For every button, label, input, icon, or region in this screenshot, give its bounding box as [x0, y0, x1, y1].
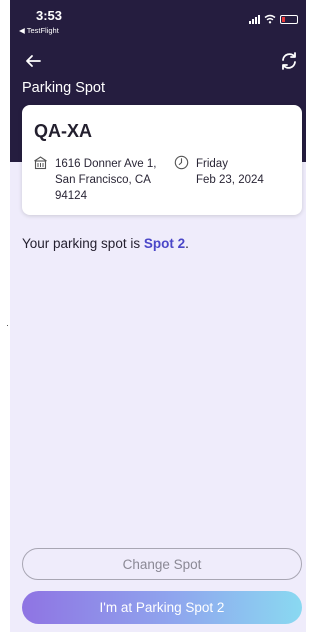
- battery-icon: [280, 14, 298, 24]
- address: 1616 Donner Ave 1, San Francisco, CA 941…: [55, 156, 175, 204]
- clock-icon: [174, 155, 189, 170]
- status-time: 3:53: [36, 8, 63, 23]
- change-spot-button[interactable]: Change Spot: [22, 548, 302, 580]
- address-line1: 1616 Donner Ave 1,: [55, 158, 157, 170]
- signal-icon: [249, 14, 260, 24]
- phone-screen: 3:53 ◀ TestFlight Parking Spot QA-XA 161…: [10, 0, 306, 632]
- arrived-at-spot-button[interactable]: I'm at Parking Spot 2: [22, 591, 302, 624]
- reservation-date: Friday Feb 23, 2024: [196, 156, 264, 188]
- spot-code: QA-XA: [34, 121, 92, 141]
- back-arrow-icon[interactable]: [22, 50, 44, 72]
- stray-dot: [7, 325, 8, 326]
- address-line3: 94124: [55, 190, 87, 202]
- status-icons: [249, 14, 298, 24]
- wifi-icon: [264, 14, 276, 24]
- date-weekday: Friday: [196, 158, 228, 170]
- date-value: Feb 23, 2024: [196, 174, 264, 186]
- parking-spot-message: Your parking spot is Spot 2.: [22, 236, 189, 251]
- address-line2: San Francisco, CA: [55, 174, 151, 186]
- message-suffix: .: [185, 236, 189, 251]
- parking-details-card: QA-XA 1616 Donner Ave 1, San Francisco, …: [22, 105, 302, 215]
- assigned-spot: Spot 2: [143, 236, 186, 251]
- status-back-link[interactable]: ◀ TestFlight: [19, 26, 59, 35]
- building-icon: [34, 156, 47, 170]
- page-title: Parking Spot: [22, 80, 106, 96]
- message-prefix: Your parking spot is: [22, 236, 144, 251]
- refresh-icon[interactable]: [278, 50, 300, 72]
